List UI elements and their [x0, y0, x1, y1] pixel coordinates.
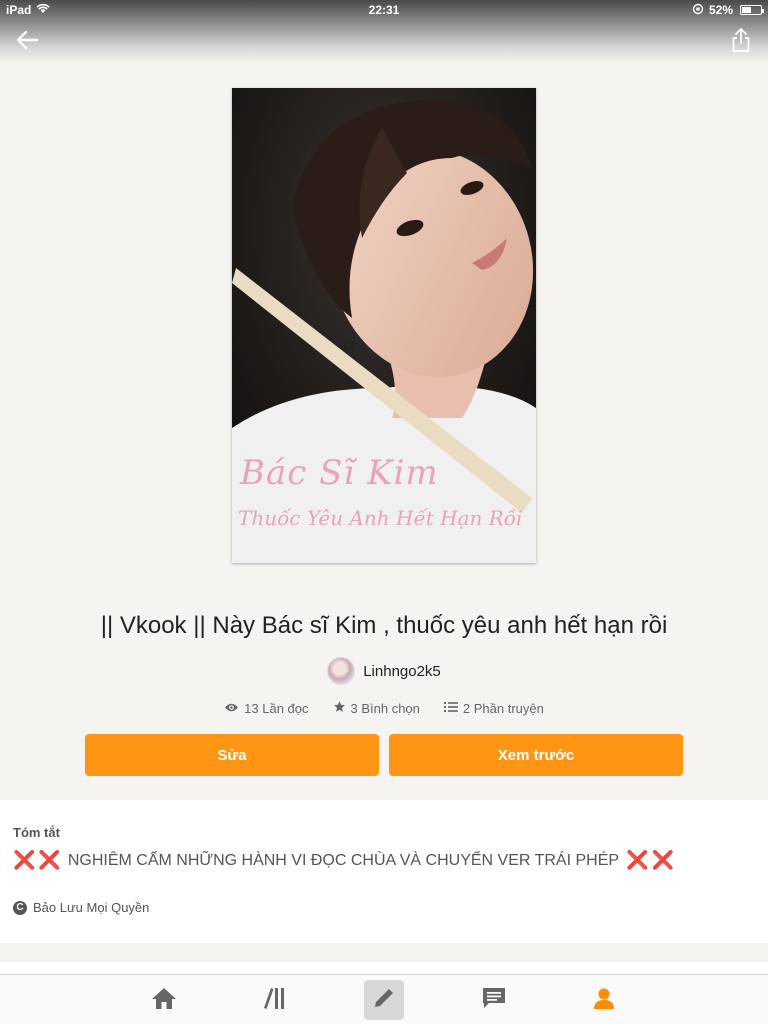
edit-button[interactable]: Sửa — [85, 734, 379, 776]
story-cover[interactable]: Bác Sĩ Kim Thuốc Yêu Anh Hết Hạn Rồi — [232, 88, 536, 563]
stat-reads: 13 Lần đọc — [224, 700, 309, 716]
status-bar: iPad 22:31 52% — [0, 0, 768, 20]
cross-mark-icon: ❌ — [651, 850, 674, 870]
tab-library[interactable] — [254, 980, 294, 1020]
share-button[interactable] — [728, 27, 754, 57]
summary-text: NGHIÊM CẤM NHỮNG HÀNH VI ĐỌC CHÙA VÀ CHU… — [67, 851, 620, 869]
reads-count: 13 Lần đọc — [244, 700, 309, 716]
summary-label: Tóm tắt — [13, 825, 60, 840]
tab-messages[interactable] — [474, 980, 514, 1020]
status-left: iPad — [6, 3, 50, 17]
cross-mark-icon: ❌ — [13, 850, 36, 870]
list-icon — [443, 701, 458, 716]
status-right: 52% — [692, 3, 764, 18]
tab-bar — [0, 974, 768, 1024]
cross-mark-icon: ❌ — [626, 850, 649, 870]
summary-section: Tóm tắt ❌ ❌ NGHIÊM CẤM NHỮNG HÀNH VI ĐỌC… — [0, 800, 768, 943]
votes-count: 3 Bình chọn — [350, 700, 420, 716]
messages-icon — [481, 986, 507, 1015]
preview-button[interactable]: Xem trước — [389, 734, 683, 776]
tab-write[interactable] — [364, 980, 404, 1020]
home-icon — [151, 986, 177, 1015]
parts-count: 2 Phần truyện — [462, 700, 544, 716]
copyright-icon: C — [13, 900, 27, 915]
profile-icon — [592, 986, 616, 1015]
arrow-left-icon — [15, 29, 39, 56]
stat-votes: 3 Bình chọn — [333, 700, 420, 716]
tab-profile[interactable] — [584, 980, 624, 1020]
stat-parts: 2 Phần truyện — [443, 700, 544, 716]
share-icon — [731, 27, 751, 58]
summary-text-row: ❌ ❌ NGHIÊM CẤM NHỮNG HÀNH VI ĐỌC CHÙA VÀ… — [13, 850, 674, 871]
back-button[interactable] — [12, 28, 42, 56]
eye-icon — [224, 701, 239, 716]
author-row[interactable]: Linhngo2k5 — [0, 657, 768, 685]
cross-mark-icon: ❌ — [38, 850, 61, 870]
star-icon — [333, 700, 346, 716]
device-name: iPad — [6, 3, 32, 17]
copyright-text: Bảo Lưu Mọi Quyền — [33, 900, 150, 915]
status-time: 22:31 — [368, 3, 400, 17]
tab-home[interactable] — [144, 980, 184, 1020]
avatar[interactable] — [327, 657, 356, 685]
cover-title: Bác Sĩ Kim — [240, 453, 439, 493]
battery-percent: 52% — [708, 3, 733, 17]
orientation-lock-icon — [692, 3, 704, 18]
battery-fill — [742, 7, 751, 13]
write-icon — [372, 986, 396, 1015]
wifi-icon — [36, 3, 50, 17]
story-stats: 13 Lần đọc 3 Bình chọn 2 Phần truyện — [0, 700, 768, 716]
copyright-row: C Bảo Lưu Mọi Quyền — [13, 900, 149, 915]
cover-subtitle: Thuốc Yêu Anh Hết Hạn Rồi — [238, 506, 523, 530]
library-icon — [262, 986, 286, 1015]
story-title: || Vkook || Này Bác sĩ Kim , thuốc yêu a… — [100, 612, 668, 639]
battery-icon — [740, 5, 764, 15]
author-name[interactable]: Linhngo2k5 — [363, 663, 441, 680]
